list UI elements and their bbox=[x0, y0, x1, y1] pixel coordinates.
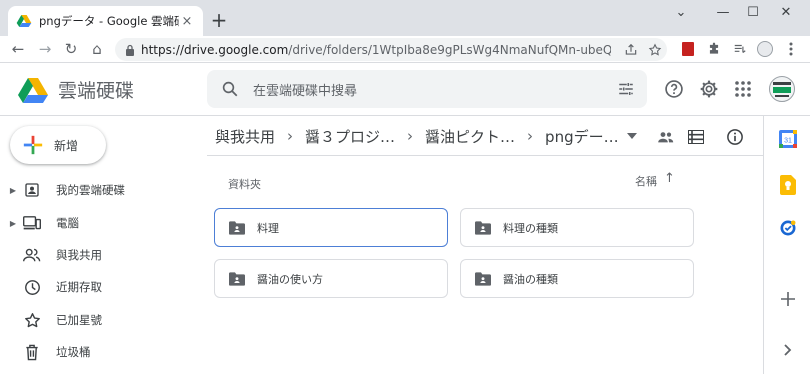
breadcrumb: 與我共用 › 醤３プロジ… › 醤油ピクト… › pngデー… bbox=[215, 122, 637, 150]
nav-label: 電腦 bbox=[56, 216, 79, 230]
forward-button[interactable]: → bbox=[34, 38, 56, 60]
folder-card[interactable]: 料理の種類 bbox=[460, 208, 694, 247]
breadcrumb-item[interactable]: 醤油ピクト… bbox=[425, 126, 515, 147]
reload-button[interactable]: ↻ bbox=[60, 38, 82, 60]
folder-name: 醤油の使い方 bbox=[257, 272, 323, 286]
my-drive-icon bbox=[22, 180, 42, 200]
star-icon bbox=[22, 310, 42, 330]
list-view-icon[interactable] bbox=[685, 126, 707, 148]
search-bar[interactable]: 在雲端硬碟中搜尋 bbox=[207, 70, 647, 108]
new-button[interactable]: 新增 bbox=[10, 126, 106, 164]
browser-toolbar: ← → ↻ ⌂ https://drive.google.com/drive/f… bbox=[0, 36, 810, 63]
shared-folder-icon bbox=[229, 271, 245, 286]
shared-folder-icon bbox=[475, 271, 491, 286]
minimize-button[interactable]: — bbox=[710, 3, 736, 23]
nav-item-recent[interactable]: 近期存取 bbox=[0, 273, 200, 301]
address-bar[interactable]: https://drive.google.com/drive/folders/1… bbox=[115, 38, 667, 61]
url-text: https://drive.google.com/drive/folders/1… bbox=[141, 43, 611, 57]
breadcrumb-item[interactable]: 與我共用 bbox=[215, 126, 275, 147]
plus-icon bbox=[23, 135, 43, 155]
nav-label: 近期存取 bbox=[56, 280, 102, 294]
drive-logo[interactable]: 雲端硬碟 bbox=[18, 76, 134, 103]
bookmark-star-icon[interactable] bbox=[648, 43, 662, 57]
nav-label: 已加星號 bbox=[56, 313, 102, 327]
search-input[interactable]: 在雲端硬碟中搜尋 bbox=[253, 80, 617, 99]
nav-item-shared-with-me[interactable]: 與我共用 bbox=[0, 241, 200, 269]
breadcrumb-separator-icon: › bbox=[287, 127, 294, 145]
extensions-puzzle-icon[interactable] bbox=[703, 38, 725, 60]
expand-caret-icon[interactable]: ▶ bbox=[6, 186, 20, 195]
svg-text:31: 31 bbox=[784, 138, 792, 145]
nav-item-starred[interactable]: 已加星號 bbox=[0, 306, 200, 334]
google-drive-favicon-icon bbox=[16, 15, 32, 27]
maximize-button[interactable]: ☐ bbox=[740, 3, 766, 23]
share-icon[interactable] bbox=[624, 43, 638, 57]
google-drive-logo-icon bbox=[18, 77, 48, 103]
nav-label: 與我共用 bbox=[56, 248, 102, 262]
account-avatar[interactable] bbox=[768, 75, 796, 103]
get-addons-plus-icon[interactable] bbox=[779, 290, 797, 308]
url-path: /drive/folders/1WtpIba8e9gPLsWg4NmaNufQM… bbox=[288, 42, 611, 57]
nav-item-trash[interactable]: 垃圾桶 bbox=[0, 338, 200, 366]
url-host: https://drive.google.com bbox=[141, 42, 289, 57]
search-options-icon[interactable] bbox=[617, 80, 635, 98]
clock-icon bbox=[22, 277, 42, 297]
folder-name: 醤油の種類 bbox=[503, 272, 558, 286]
new-tab-button[interactable]: + bbox=[208, 9, 230, 31]
breadcrumb-item[interactable]: 醤３プロジ… bbox=[305, 126, 395, 147]
nav-label: 垃圾桶 bbox=[56, 345, 91, 359]
lock-icon bbox=[126, 44, 134, 56]
shared-people-icon bbox=[22, 245, 42, 265]
settings-gear-icon[interactable] bbox=[697, 77, 721, 101]
folder-card[interactable]: 醤油の使い方 bbox=[214, 259, 448, 298]
apps-grid-icon[interactable] bbox=[731, 77, 755, 101]
search-icon[interactable] bbox=[221, 80, 239, 98]
drive-header: 雲端硬碟 在雲端硬碟中搜尋 bbox=[0, 63, 810, 116]
browser-tab[interactable]: pngデータ - Google 雲端硬碟 × bbox=[8, 6, 203, 36]
reading-list-icon[interactable] bbox=[729, 38, 751, 60]
nav-label: 我的雲端硬碟 bbox=[56, 183, 125, 197]
back-button[interactable]: ← bbox=[7, 38, 29, 60]
shared-folder-icon bbox=[229, 220, 245, 235]
home-button[interactable]: ⌂ bbox=[86, 38, 108, 60]
shared-folder-icon bbox=[475, 220, 491, 235]
calendar-app-icon[interactable]: 31 bbox=[779, 130, 797, 148]
side-panel: 31 bbox=[763, 116, 810, 374]
sort-direction-arrow-icon[interactable]: ↑ bbox=[664, 171, 675, 186]
breadcrumb-separator-icon: › bbox=[527, 127, 534, 145]
tab-search-icon[interactable]: ⌄ bbox=[668, 3, 694, 23]
shared-people-icon[interactable] bbox=[655, 126, 677, 148]
chrome-menu-icon[interactable] bbox=[780, 38, 802, 60]
product-name: 雲端硬碟 bbox=[58, 80, 135, 102]
browser-tabstrip: pngデータ - Google 雲端硬碟 × + ⌄ — ☐ ✕ bbox=[0, 0, 810, 36]
close-window-button[interactable]: ✕ bbox=[773, 3, 799, 23]
breadcrumb-separator-icon: › bbox=[407, 127, 414, 145]
extension-icon[interactable] bbox=[677, 38, 699, 60]
profile-avatar-icon[interactable] bbox=[754, 38, 776, 60]
tasks-app-icon[interactable] bbox=[779, 219, 797, 237]
keep-app-icon[interactable] bbox=[779, 175, 797, 195]
info-icon[interactable] bbox=[724, 126, 746, 148]
nav-item-my-drive[interactable]: ▶ 我的雲端硬碟 bbox=[0, 176, 200, 204]
expand-caret-icon[interactable]: ▶ bbox=[6, 219, 20, 228]
folder-menu-dropdown-icon[interactable] bbox=[626, 133, 637, 139]
folder-card[interactable]: 料理 bbox=[214, 208, 448, 247]
nav-item-computers[interactable]: ▶ 電腦 bbox=[0, 209, 200, 237]
hide-side-panel-chevron-icon[interactable] bbox=[779, 341, 797, 359]
section-title-folders: 資料夾 bbox=[228, 178, 261, 191]
new-button-label: 新增 bbox=[54, 138, 79, 153]
folder-name: 料理の種類 bbox=[503, 221, 558, 235]
help-icon[interactable] bbox=[662, 77, 686, 101]
folder-name: 料理 bbox=[257, 221, 279, 235]
tab-close-icon[interactable]: × bbox=[179, 14, 195, 29]
trash-icon bbox=[22, 342, 42, 362]
main-divider bbox=[207, 155, 763, 156]
folder-card[interactable]: 醤油の種類 bbox=[460, 259, 694, 298]
sort-by-name-button[interactable]: 名稱 bbox=[635, 173, 657, 189]
tab-title: pngデータ - Google 雲端硬碟 bbox=[39, 14, 179, 28]
computer-icon bbox=[22, 213, 42, 233]
breadcrumb-current-folder[interactable]: pngデー… bbox=[545, 126, 619, 147]
